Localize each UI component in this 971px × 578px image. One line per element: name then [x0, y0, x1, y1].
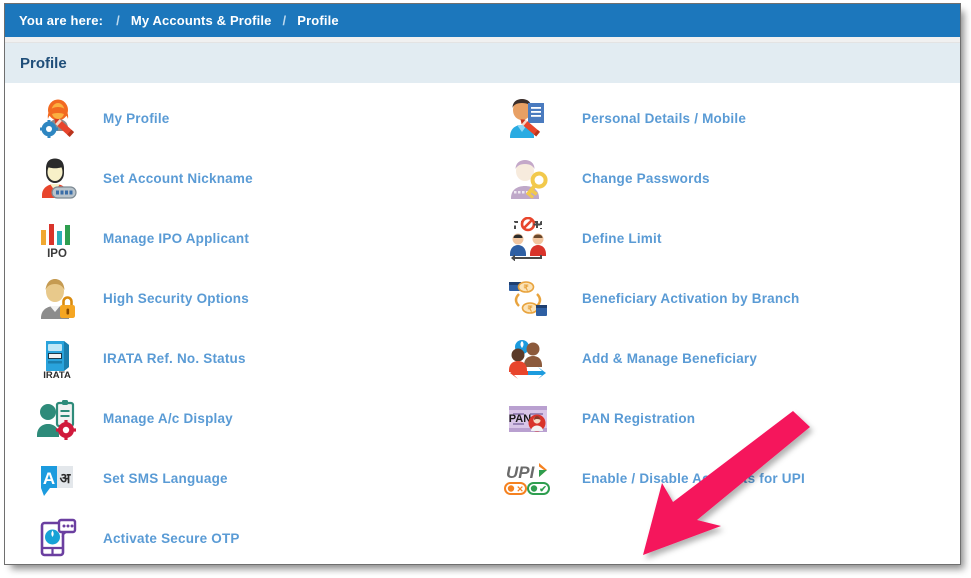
menu-item-set-account-nickname[interactable]: Set Account Nickname	[29, 149, 469, 209]
menu-item-activate-secure-otp[interactable]: Activate Secure OTP	[29, 509, 469, 564]
menu-item-my-profile[interactable]: My Profile	[29, 89, 469, 149]
menu-item-set-sms-language[interactable]: A अ Set SMS Language	[29, 449, 469, 509]
menu-item-add-manage-beneficiary[interactable]: Add & Manage Beneficiary	[500, 329, 950, 389]
menu-item-change-passwords[interactable]: Change Passwords	[500, 149, 950, 209]
menu-column-left: My Profile Set Account Nickname IPO Mana…	[29, 89, 469, 564]
profile-menu-grid: My Profile Set Account Nickname IPO Mana…	[5, 83, 960, 564]
person-key-icon	[500, 155, 556, 203]
menu-item-irata-ref-no-status[interactable]: IRATA IRATA Ref. No. Status	[29, 329, 469, 389]
sms-language-icon: A अ	[29, 455, 85, 503]
person-gear-pencil-icon	[29, 95, 85, 143]
menu-link-set-sms-language[interactable]: Set SMS Language	[103, 471, 228, 486]
person-lock-icon	[29, 275, 85, 323]
browser-content-window: You are here: / My Accounts & Profile / …	[4, 3, 961, 565]
person-document-pencil-icon	[500, 95, 556, 143]
svg-text:₹: ₹	[523, 284, 528, 293]
money-transfer-icon: ₹ ₹	[500, 275, 556, 323]
menu-link-add-manage-beneficiary[interactable]: Add & Manage Beneficiary	[582, 351, 757, 366]
menu-item-enable-disable-accounts-for-upi[interactable]: UPI ✕ ✔ Enable / Disable Accounts for UP…	[500, 449, 950, 509]
menu-link-my-profile[interactable]: My Profile	[103, 111, 170, 126]
menu-item-pan-registration[interactable]: PAN PAN Registration	[500, 389, 950, 449]
pan-icon-label: PAN	[509, 413, 531, 425]
menu-item-high-security-options[interactable]: High Security Options	[29, 269, 469, 329]
menu-link-high-security-options[interactable]: High Security Options	[103, 291, 249, 306]
ipo-bars-icon: IPO	[29, 215, 85, 263]
menu-link-beneficiary-activation-by-branch[interactable]: Beneficiary Activation by Branch	[582, 291, 799, 306]
breadcrumb-separator: /	[116, 13, 120, 28]
ipo-icon-label: IPO	[47, 248, 67, 260]
menu-link-manage-ac-display[interactable]: Manage A/c Display	[103, 411, 233, 426]
menu-item-personal-details-mobile[interactable]: Personal Details / Mobile	[500, 89, 950, 149]
menu-link-personal-details-mobile[interactable]: Personal Details / Mobile	[582, 111, 746, 126]
screenshot-root: You are here: / My Accounts & Profile / …	[0, 0, 971, 578]
pan-card-icon: PAN	[500, 395, 556, 443]
menu-link-pan-registration[interactable]: PAN Registration	[582, 411, 695, 426]
breadcrumb-item-my-accounts-profile[interactable]: My Accounts & Profile	[131, 13, 272, 28]
section-header: Profile	[5, 43, 960, 83]
irata-atm-icon: IRATA	[29, 335, 85, 383]
menu-link-change-passwords[interactable]: Change Passwords	[582, 171, 710, 186]
breadcrumb-separator: /	[282, 13, 287, 28]
define-limit-icon	[500, 215, 556, 263]
menu-link-set-account-nickname[interactable]: Set Account Nickname	[103, 171, 253, 186]
beneficiary-people-icon	[500, 335, 556, 383]
menu-link-irata-ref-no-status[interactable]: IRATA Ref. No. Status	[103, 351, 246, 366]
sms-devanagari-letter: अ	[60, 470, 72, 486]
menu-item-manage-ipo-applicant[interactable]: IPO Manage IPO Applicant	[29, 209, 469, 269]
svg-text:✕: ✕	[516, 484, 523, 494]
secure-otp-phone-icon	[29, 515, 85, 563]
menu-link-activate-secure-otp[interactable]: Activate Secure OTP	[103, 531, 240, 546]
menu-item-manage-ac-display[interactable]: Manage A/c Display	[29, 389, 469, 449]
upi-icon-label: UPI	[506, 463, 536, 482]
person-nameplate-icon	[29, 155, 85, 203]
menu-item-beneficiary-activation-by-branch[interactable]: ₹ ₹ Beneficiary Activation by Branch	[500, 269, 950, 329]
sms-latin-letter: A	[43, 469, 55, 488]
person-clipboard-gear-icon	[29, 395, 85, 443]
menu-link-manage-ipo-applicant[interactable]: Manage IPO Applicant	[103, 231, 249, 246]
page-title: Profile	[20, 54, 67, 72]
menu-link-enable-disable-accounts-for-upi[interactable]: Enable / Disable Accounts for UPI	[582, 471, 805, 486]
breadcrumb-item-profile[interactable]: Profile	[297, 13, 339, 28]
menu-item-define-limit[interactable]: Define Limit	[500, 209, 950, 269]
menu-column-right: Personal Details / Mobile Change Passwor…	[500, 89, 950, 509]
irata-icon-label: IRATA	[43, 370, 71, 381]
breadcrumb-here-label: You are here:	[19, 13, 104, 28]
svg-text:✔: ✔	[539, 484, 547, 494]
menu-link-define-limit[interactable]: Define Limit	[582, 231, 662, 246]
svg-text:₹: ₹	[527, 305, 532, 314]
breadcrumb: You are here: / My Accounts & Profile / …	[5, 4, 960, 37]
upi-toggle-icon: UPI ✕ ✔	[500, 455, 556, 503]
